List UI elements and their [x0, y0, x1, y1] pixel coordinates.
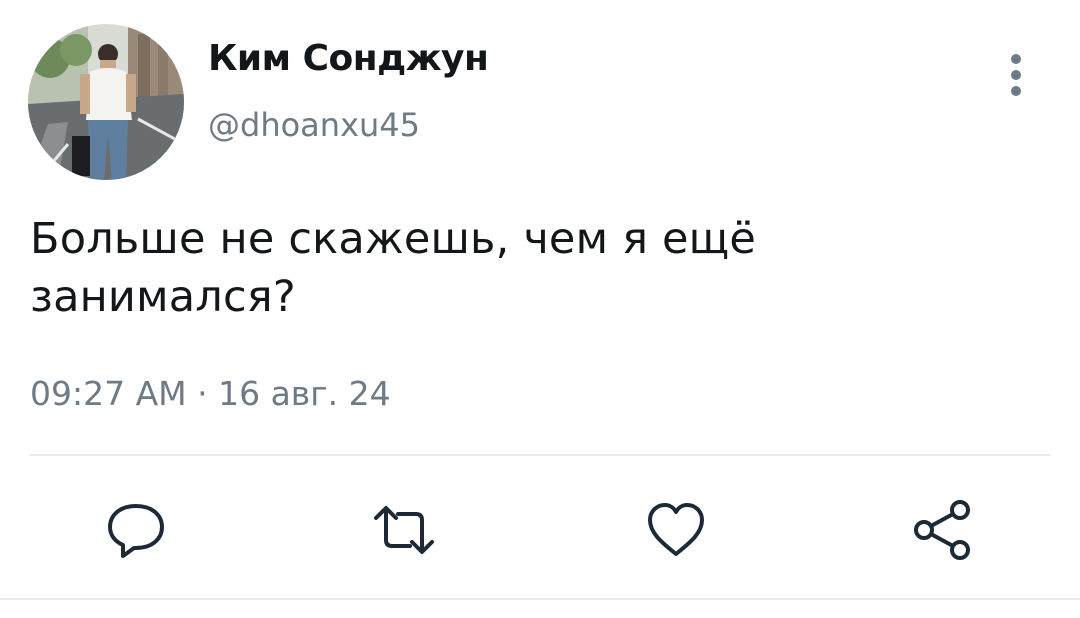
tweet-text: Больше не скажешь, чем я ещё занимался? [30, 214, 757, 322]
comment-bubble-icon [108, 504, 164, 558]
vertical-more-icon-dot-3 [1011, 86, 1021, 96]
tweet-card: Ким Сонджун @dhoanxu45 Больше не скажешь… [0, 0, 1080, 618]
user-avatar-photo-icon [28, 24, 184, 180]
share-icon [914, 500, 970, 560]
retweet-button[interactable] [368, 498, 434, 562]
retweet-icon [374, 506, 434, 554]
vertical-more-icon-dot-2 [1011, 70, 1021, 80]
vertical-more-icon [1011, 54, 1021, 64]
avatar[interactable] [28, 24, 184, 180]
more-options-button[interactable] [1000, 54, 1032, 98]
heart-icon [648, 503, 704, 556]
divider [30, 454, 1050, 456]
user-handle[interactable]: @dhoanxu45 [208, 106, 420, 144]
display-name[interactable]: Ким Сонджун [208, 38, 489, 79]
reply-button[interactable] [104, 498, 168, 562]
bottom-divider [0, 598, 1080, 600]
share-button[interactable] [910, 498, 974, 562]
like-button[interactable] [644, 498, 708, 562]
tweet-timestamp[interactable]: 09:27 AM · 16 авг. 24 [30, 374, 391, 413]
